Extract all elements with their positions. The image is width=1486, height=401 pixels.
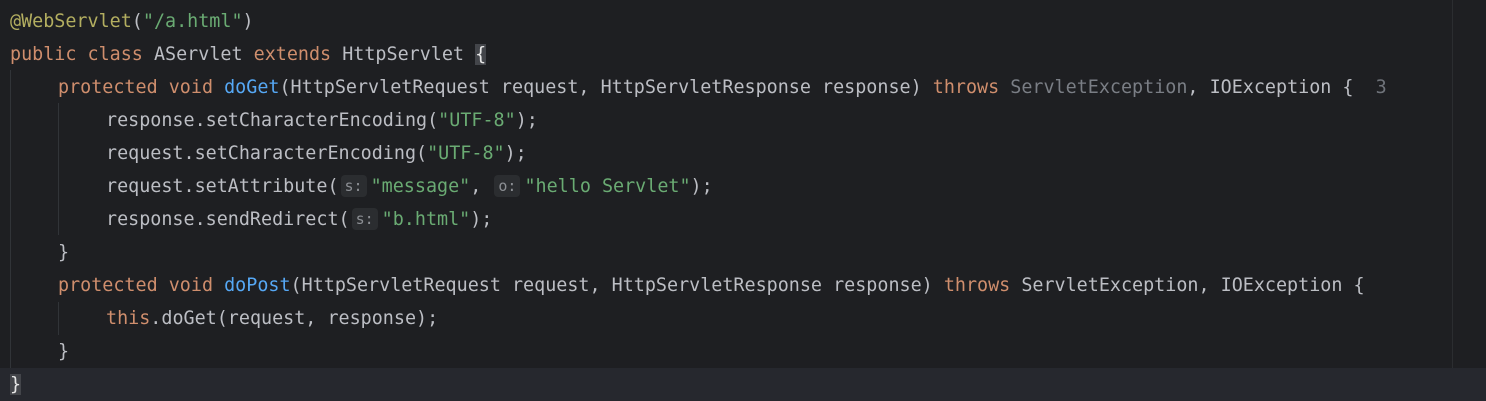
code-token: "UTF-8" <box>427 143 505 164</box>
code-line-text: this.doGet(request, response); <box>106 302 438 335</box>
code-token: throws <box>943 275 1011 296</box>
code-token: ); <box>515 110 538 131</box>
code-token: throws <box>932 77 1000 98</box>
code-token: ); <box>690 176 713 197</box>
code-token: @WebServlet <box>10 11 132 32</box>
code-line[interactable]: response.sendRedirect(s: "b.html"); <box>0 203 1486 236</box>
code-token: doPost <box>224 275 291 296</box>
code-token: "/a.html" <box>142 11 243 32</box>
code-token: response.sendRedirect( <box>106 209 350 230</box>
code-editor[interactable]: @WebServlet("/a.html") public class AServ… <box>0 0 1486 401</box>
code-token: , IOException { <box>1187 77 1376 98</box>
code-line-text: response.setCharacterEncoding("UTF-8"); <box>106 104 538 137</box>
code-line-text: } <box>10 368 22 401</box>
code-token: "b.html" <box>381 209 471 230</box>
code-token: ) <box>242 11 254 32</box>
code-token: } <box>58 341 70 362</box>
code-line[interactable]: request.setCharacterEncoding("UTF-8"); <box>0 137 1486 170</box>
code-line-text: @WebServlet("/a.html") <box>10 5 254 38</box>
code-line-text: public class AServlet extends HttpServle… <box>10 38 487 71</box>
code-token: request.setCharacterEncoding( <box>106 143 428 164</box>
code-token: extends <box>253 44 332 65</box>
code-token: AServlet <box>142 44 254 65</box>
code-token: ); <box>470 209 493 230</box>
code-token: { <box>475 44 487 65</box>
code-token: this <box>106 308 151 329</box>
code-token: (HttpServletRequest request, HttpServlet… <box>279 77 933 98</box>
code-token: class <box>87 44 143 65</box>
code-token: "UTF-8" <box>438 110 516 131</box>
code-token: response.setCharacterEncoding( <box>106 110 439 131</box>
code-line[interactable]: } <box>0 236 1486 269</box>
code-token: , <box>470 176 493 197</box>
code-token: (HttpServletRequest request, HttpServlet… <box>290 275 944 296</box>
code-token: HttpServlet <box>331 44 476 65</box>
parameter-hint: s: <box>351 208 378 230</box>
code-token: doGet <box>224 77 280 98</box>
code-token: .doGet(request, response); <box>150 308 439 329</box>
code-token: 3 <box>1375 77 1387 98</box>
code-line[interactable]: protected void doGet(HttpServletRequest … <box>0 71 1486 104</box>
code-token: ); <box>504 143 527 164</box>
parameter-hint: o: <box>494 175 521 197</box>
parameter-hint: s: <box>340 175 367 197</box>
code-token: void <box>168 275 214 296</box>
code-token: protected <box>58 77 158 98</box>
code-line-text: protected void doGet(HttpServletRequest … <box>58 71 1387 104</box>
code-line[interactable]: @WebServlet("/a.html") <box>0 5 1486 38</box>
code-token: } <box>10 374 22 395</box>
code-line-text: } <box>58 335 69 368</box>
code-token: ServletException <box>1010 77 1188 98</box>
code-line[interactable]: request.setAttribute(s: "message", o: "hel… <box>0 170 1486 203</box>
code-line-text: request.setCharacterEncoding("UTF-8"); <box>106 137 527 170</box>
code-token: public <box>10 44 77 65</box>
code-token: protected <box>58 275 158 296</box>
code-token: } <box>58 242 70 263</box>
code-token: void <box>168 77 214 98</box>
code-line[interactable]: response.setCharacterEncoding("UTF-8"); <box>0 104 1486 137</box>
code-token: "message" <box>370 176 471 197</box>
code-line[interactable]: } <box>0 368 1486 401</box>
code-line[interactable]: } <box>0 335 1486 368</box>
code-line-text: } <box>58 236 69 269</box>
code-token: ( <box>131 11 143 32</box>
code-line[interactable]: public class AServlet extends HttpServle… <box>0 38 1486 71</box>
code-line[interactable]: protected void doPost(HttpServletRequest… <box>0 269 1486 302</box>
code-line-text: protected void doPost(HttpServletRequest… <box>58 269 1365 302</box>
code-line-text: request.setAttribute(s: "message", o: "hel… <box>106 170 713 203</box>
code-line[interactable]: this.doGet(request, response); <box>0 302 1486 335</box>
code-token: request.setAttribute( <box>106 176 339 197</box>
code-line-text: response.sendRedirect(s: "b.html"); <box>106 203 492 236</box>
code-token: "hello Servlet" <box>524 176 691 197</box>
code-token: ServletException, IOException { <box>1010 275 1365 296</box>
